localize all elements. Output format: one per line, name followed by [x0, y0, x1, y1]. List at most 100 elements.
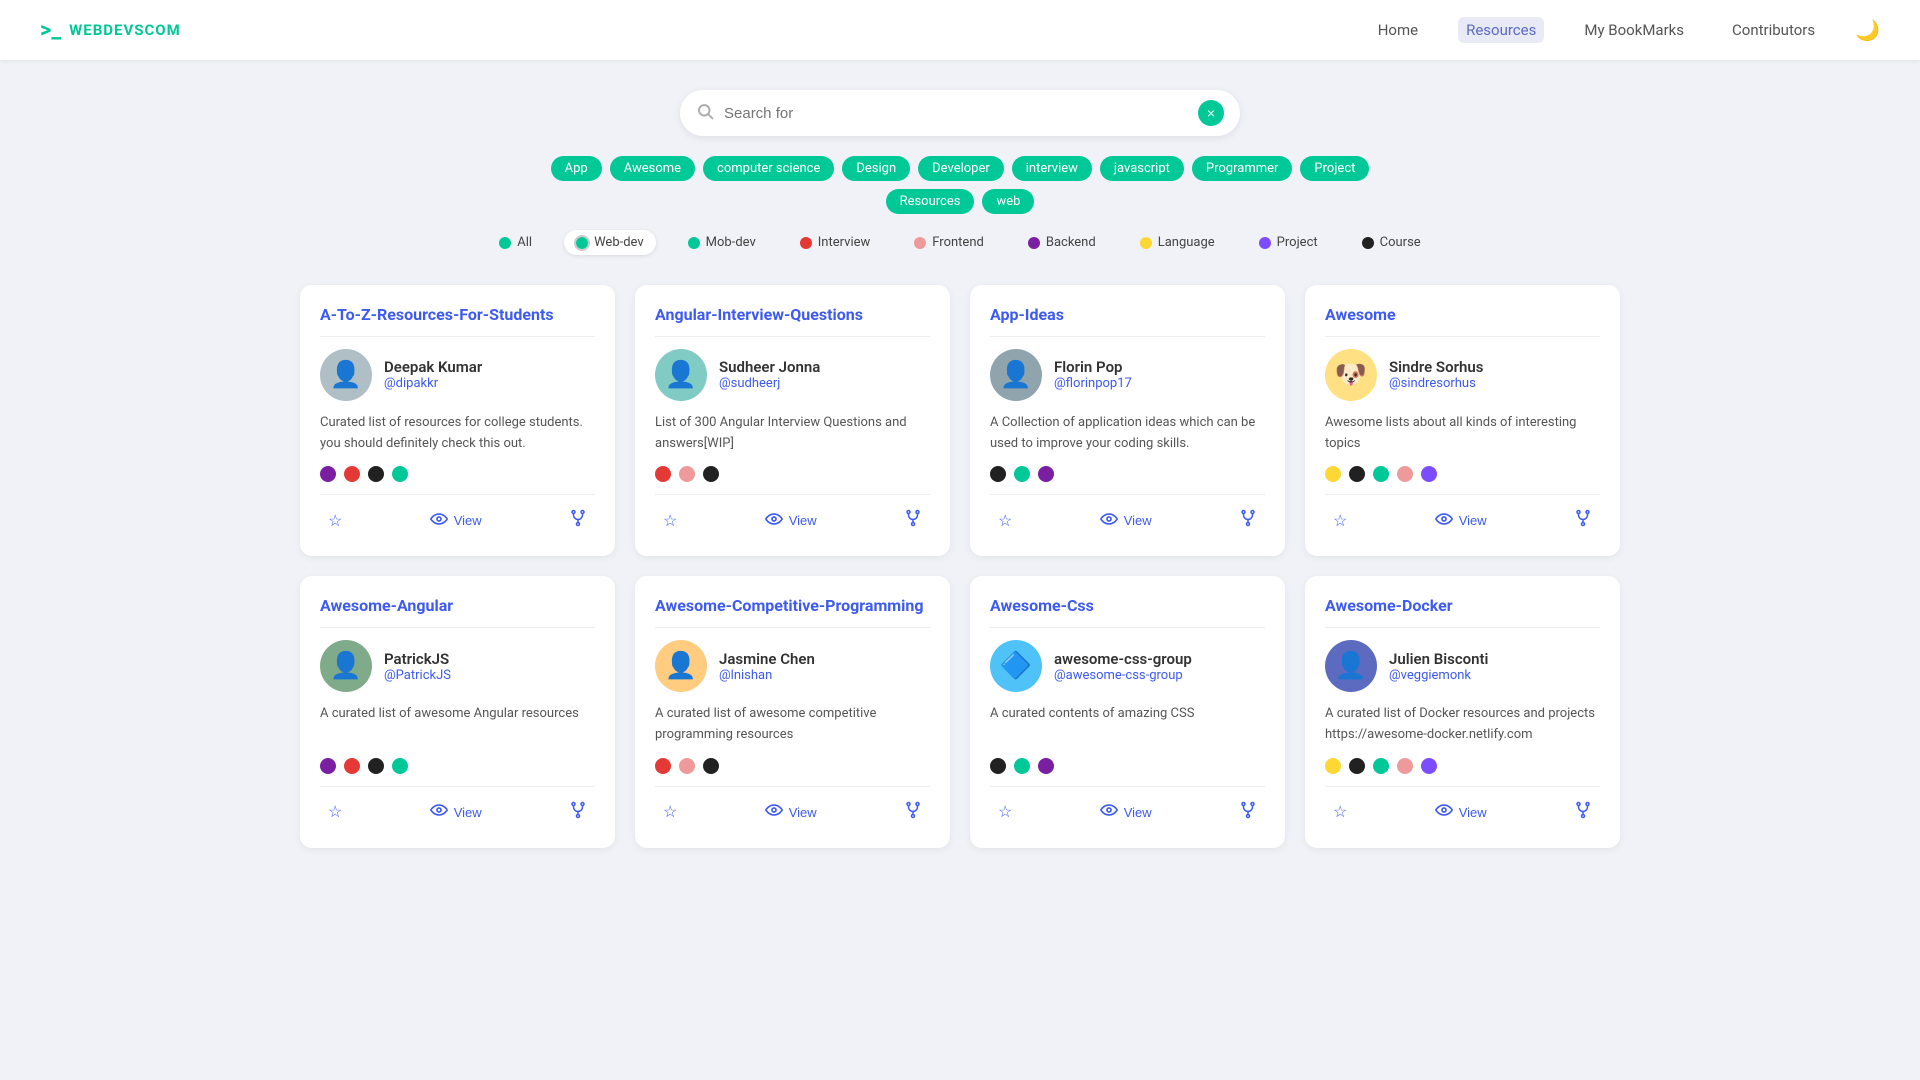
card-title[interactable]: Awesome-Css	[990, 596, 1265, 628]
tag-dot	[392, 758, 408, 774]
tag-project[interactable]: Project	[1300, 156, 1369, 181]
fork-button[interactable]	[561, 797, 595, 828]
avatar: 👤	[655, 640, 707, 692]
tag-dot	[679, 758, 695, 774]
card-title[interactable]: Awesome-Docker	[1325, 596, 1600, 628]
author-name: Sindre Sorhus	[1389, 358, 1483, 376]
card-author: 👤 Deepak Kumar @dipakkr	[320, 349, 595, 401]
bookmark-icon: ☆	[328, 511, 342, 531]
bookmark-icon: ☆	[328, 802, 342, 822]
author-handle[interactable]: @sindresorhus	[1389, 376, 1483, 391]
fork-button[interactable]	[1566, 505, 1600, 536]
fork-button[interactable]	[1566, 797, 1600, 828]
filter-frontend[interactable]: Frontend	[902, 230, 996, 255]
tag-programmer[interactable]: Programmer	[1192, 156, 1293, 181]
author-name: PatrickJS	[384, 650, 451, 668]
bookmark-button[interactable]: ☆	[655, 798, 685, 826]
tag-dot	[320, 758, 336, 774]
card-6: Awesome-Css 🔷 awesome-css-group @awesome…	[970, 576, 1285, 847]
view-button[interactable]: View	[422, 508, 490, 534]
card-title[interactable]: A-To-Z-Resources-For-Students	[320, 305, 595, 337]
card-title[interactable]: Awesome-Competitive-Programming	[655, 596, 930, 628]
view-button[interactable]: View	[1427, 799, 1495, 825]
tag-dot	[1373, 758, 1389, 774]
nav-home[interactable]: Home	[1370, 17, 1426, 43]
filter-dot-mobdev	[688, 237, 700, 249]
filter-all[interactable]: All	[487, 230, 544, 255]
author-handle[interactable]: @lnishan	[719, 668, 815, 683]
bookmark-button[interactable]: ☆	[320, 507, 350, 535]
bookmark-button[interactable]: ☆	[990, 798, 1020, 826]
author-handle[interactable]: @veggiemonk	[1389, 668, 1488, 683]
filter-project[interactable]: Project	[1247, 230, 1330, 255]
filter-backend[interactable]: Backend	[1016, 230, 1108, 255]
fork-button[interactable]	[896, 505, 930, 536]
fork-icon	[569, 509, 587, 532]
logo-text: WEBDEVSCOM	[69, 21, 181, 39]
bookmark-button[interactable]: ☆	[655, 507, 685, 535]
view-button[interactable]: View	[1092, 799, 1160, 825]
card-tags	[1325, 758, 1600, 774]
tag-interview[interactable]: interview	[1012, 156, 1092, 181]
bookmark-icon: ☆	[998, 511, 1012, 531]
bookmark-button[interactable]: ☆	[990, 507, 1020, 535]
tag-developer[interactable]: Developer	[918, 156, 1004, 181]
card-actions: ☆ View	[1325, 494, 1600, 536]
view-button[interactable]: View	[757, 799, 825, 825]
card-title[interactable]: Awesome	[1325, 305, 1600, 337]
logo-icon: >_	[40, 18, 61, 43]
filter-language[interactable]: Language	[1128, 230, 1227, 255]
tag-awesome[interactable]: Awesome	[610, 156, 695, 181]
bookmark-button[interactable]: ☆	[320, 798, 350, 826]
tag-dot	[368, 758, 384, 774]
nav-bookmarks[interactable]: My BookMarks	[1576, 17, 1692, 43]
author-handle[interactable]: @florinpop17	[1054, 376, 1132, 391]
bookmark-button[interactable]: ☆	[1325, 507, 1355, 535]
avatar: 🐶	[1325, 349, 1377, 401]
fork-button[interactable]	[1231, 797, 1265, 828]
tag-dot	[1325, 466, 1341, 482]
tag-computer-science[interactable]: computer science	[703, 156, 834, 181]
tag-resources[interactable]: Resources	[886, 189, 975, 214]
card-title[interactable]: Awesome-Angular	[320, 596, 595, 628]
bookmark-icon: ☆	[663, 802, 677, 822]
clear-search-button[interactable]: ×	[1198, 100, 1224, 126]
search-input[interactable]	[724, 105, 1188, 122]
fork-button[interactable]	[896, 797, 930, 828]
tag-app[interactable]: App	[551, 156, 602, 181]
view-label: View	[1124, 805, 1152, 820]
view-button[interactable]: View	[757, 508, 825, 534]
fork-button[interactable]	[561, 505, 595, 536]
tag-web[interactable]: web	[982, 189, 1034, 214]
tag-dot	[344, 466, 360, 482]
filter-webdev[interactable]: Web-dev	[564, 230, 656, 255]
view-button[interactable]: View	[1092, 508, 1160, 534]
author-name: Deepak Kumar	[384, 358, 482, 376]
card-title[interactable]: App-Ideas	[990, 305, 1265, 337]
fork-button[interactable]	[1231, 505, 1265, 536]
author-handle[interactable]: @PatrickJS	[384, 668, 451, 683]
author-handle[interactable]: @dipakkr	[384, 376, 482, 391]
nav-contributors[interactable]: Contributors	[1724, 17, 1823, 43]
view-button[interactable]: View	[422, 799, 490, 825]
view-button[interactable]: View	[1427, 508, 1495, 534]
bookmark-icon: ☆	[663, 511, 677, 531]
theme-toggle-icon[interactable]: 🌙	[1855, 18, 1880, 42]
author-handle[interactable]: @awesome-css-group	[1054, 668, 1192, 683]
author-handle[interactable]: @sudheerj	[719, 376, 820, 391]
view-label: View	[789, 513, 817, 528]
filter-dot-project	[1259, 237, 1271, 249]
filter-course[interactable]: Course	[1350, 230, 1433, 255]
card-description: A curated list of awesome competitive pr…	[655, 704, 930, 746]
author-info: PatrickJS @PatrickJS	[384, 650, 451, 683]
nav-resources[interactable]: Resources	[1458, 17, 1544, 43]
view-label: View	[1459, 805, 1487, 820]
tag-design[interactable]: Design	[842, 156, 910, 181]
view-label: View	[454, 513, 482, 528]
card-title[interactable]: Angular-Interview-Questions	[655, 305, 930, 337]
filter-interview[interactable]: Interview	[788, 230, 883, 255]
tag-javascript[interactable]: javascript	[1100, 156, 1184, 181]
card-description: Awesome lists about all kinds of interes…	[1325, 413, 1600, 455]
filter-mobdev[interactable]: Mob-dev	[676, 230, 768, 255]
bookmark-button[interactable]: ☆	[1325, 798, 1355, 826]
